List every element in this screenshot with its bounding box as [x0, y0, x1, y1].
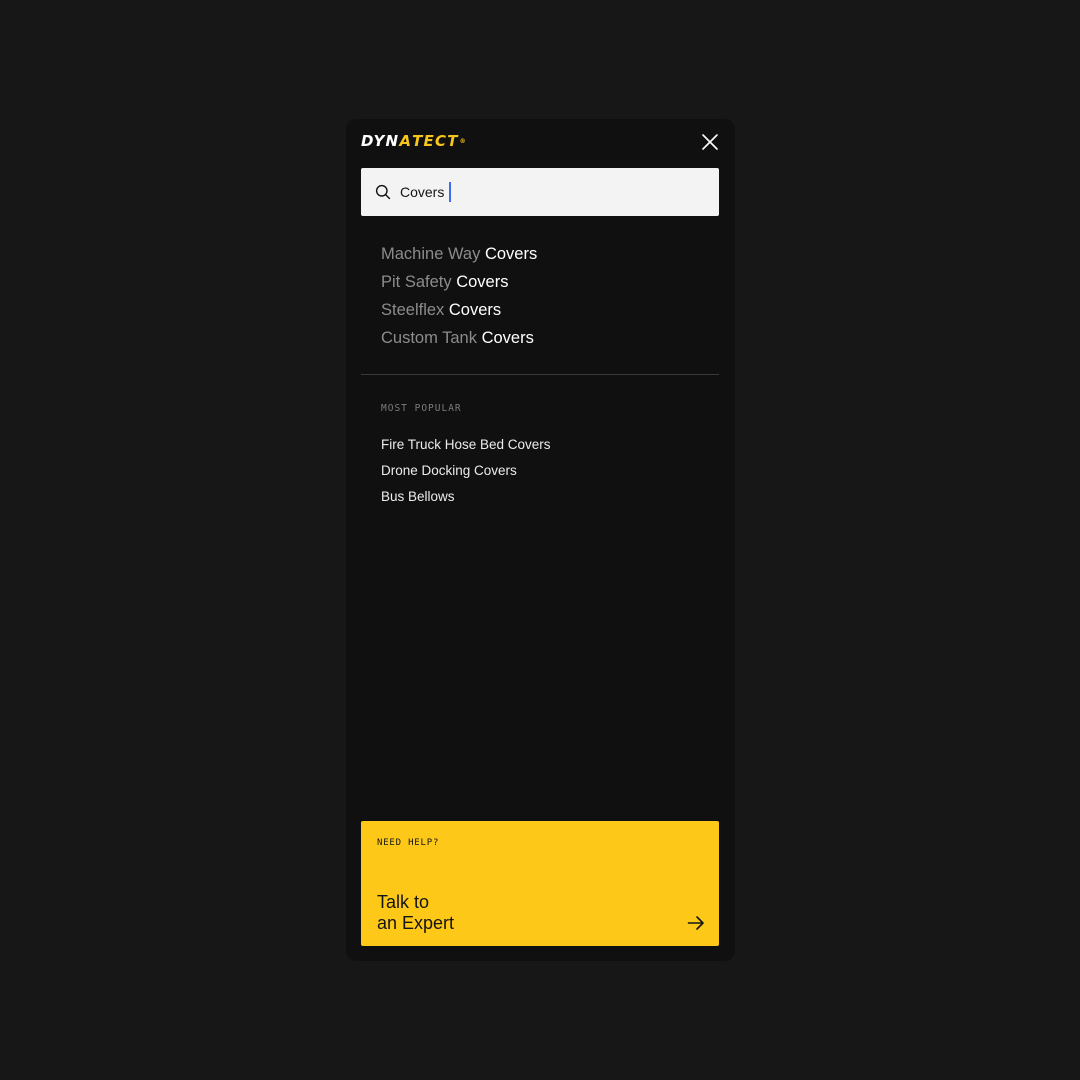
popular-item[interactable]: Fire Truck Hose Bed Covers [381, 432, 551, 458]
talk-to-expert-title: Talk to an Expert [377, 892, 454, 934]
search-value: Covers [400, 184, 445, 200]
help-title-line-1: Talk to [377, 892, 430, 912]
suggestion-list: Machine Way Covers Pit Safety Covers Ste… [381, 240, 537, 352]
suggestion-prefix: Steelflex [381, 301, 449, 319]
suggestion-item[interactable]: Custom Tank Covers [381, 324, 537, 352]
arrow-right-icon [687, 916, 704, 930]
close-icon [702, 134, 718, 150]
suggestion-match: Covers [448, 301, 502, 319]
suggestion-item[interactable]: Steelflex Covers [381, 296, 537, 324]
suggestion-match: Covers [484, 245, 538, 263]
most-popular-heading: MOST POPULAR [381, 403, 462, 414]
popular-list: Fire Truck Hose Bed Covers Drone Docking… [381, 432, 551, 510]
logo-text-3: TECT [412, 132, 459, 150]
search-input[interactable]: Covers [361, 168, 719, 216]
suggestion-match: Covers [456, 273, 509, 291]
close-button[interactable] [701, 133, 719, 151]
popular-item[interactable]: Drone Docking Covers [381, 458, 551, 484]
suggestion-item[interactable]: Pit Safety Covers [381, 268, 537, 296]
help-title-line-2: an Expert [377, 913, 455, 933]
suggestion-prefix: Pit Safety [381, 273, 457, 291]
popular-item[interactable]: Bus Bellows [381, 484, 551, 510]
text-caret [449, 182, 451, 202]
dynatect-logo[interactable]: DYN A TECT ® [361, 132, 467, 150]
search-icon [375, 184, 391, 200]
suggestion-prefix: Custom Tank [381, 329, 482, 347]
need-help-label: NEED HELP? [377, 838, 440, 848]
logo-text-2: A [399, 132, 413, 150]
logo-text-1: DYN [361, 132, 400, 150]
search-panel: DYN A TECT ® Covers Machine Way Covers Pit … [346, 119, 735, 961]
suggestion-item[interactable]: Machine Way Covers [381, 240, 537, 268]
divider [361, 374, 719, 375]
suggestion-match: Covers [481, 329, 534, 347]
suggestion-prefix: Machine Way [381, 245, 485, 263]
talk-to-expert-card[interactable]: NEED HELP? Talk to an Expert [361, 821, 719, 946]
logo-registered-mark: ® [459, 137, 467, 145]
